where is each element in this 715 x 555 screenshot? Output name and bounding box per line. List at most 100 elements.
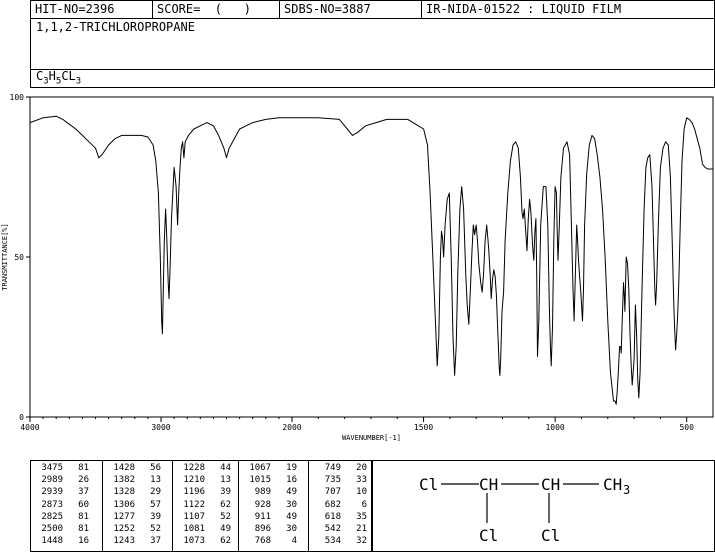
peak-row: 1306 57 <box>109 499 172 511</box>
peak-wavenumber: 928 <box>254 499 271 510</box>
peak-row: 989 49 <box>245 486 308 498</box>
peak-wavenumber: 3475 <box>41 463 63 473</box>
peak-transmittance: 32 <box>356 536 367 547</box>
peak-transmittance: 52 <box>220 511 231 522</box>
peak-transmittance: 39 <box>220 487 231 498</box>
peak-transmittance: 49 <box>286 487 297 498</box>
structure-diagram: Cl CH CH CH 3 Cl Cl <box>419 475 630 545</box>
peak-row: 1448 16 <box>37 535 102 547</box>
peak-transmittance: 62 <box>220 536 231 547</box>
peak-wavenumber: 2500 <box>41 524 63 535</box>
peak-transmittance: 37 <box>78 487 89 498</box>
peak-row: 911 49 <box>245 511 308 523</box>
compound-divider <box>31 69 714 70</box>
peak-row: 2989 26 <box>37 474 102 486</box>
peak-row: 2873 60 <box>37 499 102 511</box>
peak-wavenumber: 1277 <box>113 511 135 522</box>
peak-wavenumber: 2873 <box>41 499 63 510</box>
peak-wavenumber: 707 <box>324 487 341 498</box>
peak-wavenumber: 534 <box>324 536 341 547</box>
x-axis-label: WAVENUMBER[-1] <box>342 434 401 442</box>
peak-wavenumber: 1428 <box>113 463 135 473</box>
peak-transmittance: 16 <box>78 536 89 547</box>
peak-row: 1015 16 <box>245 474 308 486</box>
peak-row: 1067 19 <box>245 462 308 474</box>
peak-transmittance: 20 <box>356 463 367 473</box>
peak-row: 3475 81 <box>37 462 102 474</box>
peak-row: 1252 52 <box>109 523 172 535</box>
peak-transmittance: 13 <box>150 475 161 486</box>
peak-wavenumber: 749 <box>324 463 341 473</box>
molecular-formula: C3H5CL3 <box>36 69 81 86</box>
peak-row: 1328 29 <box>109 486 172 498</box>
peak-row: 707 10 <box>315 486 371 498</box>
peak-wavenumber: 1015 <box>249 475 271 486</box>
peak-row: 2500 81 <box>37 523 102 535</box>
ir-spectrum-chart: 4000 3000 2000 1500 1000 500 0 50 100 WAVENUMBER[… <box>1 93 714 442</box>
peak-wavenumber: 542 <box>324 524 341 535</box>
formula-h: H <box>48 68 56 83</box>
atom-cl-2: Cl <box>479 526 498 545</box>
peak-transmittance: 30 <box>286 524 297 535</box>
header-bar: HIT-NO=2396 SCORE= ( ) SDBS-NO=3887 IR-N… <box>30 0 715 19</box>
atom-ch-3: CH <box>603 475 622 494</box>
peak-wavenumber: 1067 <box>249 463 271 473</box>
compound-name: 1,1,2-TRICHLOROPROPANE <box>36 20 195 34</box>
peak-row: 1081 49 <box>179 523 238 535</box>
peak-wavenumber: 1228 <box>183 463 205 473</box>
atom-cl-1: Cl <box>419 475 438 494</box>
peak-row: 928 30 <box>245 499 308 511</box>
peak-wavenumber: 682 <box>324 499 341 510</box>
peak-wavenumber: 1073 <box>183 536 205 547</box>
peak-row: 2939 37 <box>37 486 102 498</box>
peak-row: 1196 39 <box>179 486 238 498</box>
peak-transmittance: 81 <box>78 524 89 535</box>
peak-column: 1228 44 1210 13 1196 39 1122 62 1107 52 1081 49 1073… <box>172 461 238 551</box>
y-tick-label: 100 <box>10 93 25 102</box>
peak-row: 1382 13 <box>109 474 172 486</box>
peak-transmittance: 29 <box>150 487 161 498</box>
peak-column: 3475 81 2989 26 2939 37 2873 60 2825 81 2500 81 1448… <box>31 461 102 551</box>
peak-transmittance: 26 <box>78 475 89 486</box>
peak-wavenumber: 618 <box>324 511 341 522</box>
peak-transmittance: 35 <box>356 511 367 522</box>
x-tick-label: 3000 <box>151 423 170 432</box>
peak-transmittance: 30 <box>286 499 297 510</box>
structure-box: Cl CH CH CH 3 Cl Cl <box>372 460 715 552</box>
peak-column: 1428 56 1382 13 1328 29 1306 57 1277 39 1252 52 1243… <box>102 461 172 551</box>
y-axis-label: TRANSMITTANCE[%] <box>1 223 9 290</box>
peak-column: 1067 19 1015 16 989 49 928 30 911 49 896 30 768 4 <box>238 461 308 551</box>
peak-row: 2825 81 <box>37 511 102 523</box>
atom-ch-2: CH <box>541 475 560 494</box>
x-tick-label: 1500 <box>414 423 433 432</box>
peak-wavenumber: 1448 <box>41 536 63 547</box>
peak-wavenumber: 989 <box>254 487 271 498</box>
peak-row: 534 32 <box>315 535 371 547</box>
peak-transmittance: 21 <box>356 524 367 535</box>
formula-cl-count: 3 <box>75 76 82 86</box>
peak-wavenumber: 735 <box>324 475 341 486</box>
peak-transmittance: 6 <box>361 499 367 510</box>
peak-transmittance: 33 <box>356 475 367 486</box>
peak-row: 1428 56 <box>109 462 172 474</box>
peak-transmittance: 81 <box>78 463 89 473</box>
peak-row: 1107 52 <box>179 511 238 523</box>
peak-table: 3475 81 2989 26 2939 37 2873 60 2825 81 2500 81 1448… <box>30 460 372 552</box>
peak-row: 542 21 <box>315 523 371 535</box>
peak-transmittance: 49 <box>220 524 231 535</box>
peak-transmittance: 56 <box>150 463 161 473</box>
peak-row: 749 20 <box>315 462 371 474</box>
atom-ch3-subscript: 3 <box>623 483 630 497</box>
peak-wavenumber: 768 <box>254 536 271 547</box>
x-tick-label: 2000 <box>282 423 301 432</box>
compound-box: 1,1,2-TRICHLOROPROPANE C3H5CL3 <box>30 18 715 88</box>
peak-row: 1210 13 <box>179 474 238 486</box>
peak-wavenumber: 1328 <box>113 487 135 498</box>
sdbs-no: SDBS-NO=3887 <box>279 1 421 18</box>
peak-row: 1228 44 <box>179 462 238 474</box>
peak-transmittance: 4 <box>291 536 297 547</box>
peak-wavenumber: 2825 <box>41 511 63 522</box>
y-tick-label: 50 <box>14 253 24 262</box>
peak-transmittance: 19 <box>286 463 297 473</box>
peak-transmittance: 49 <box>286 511 297 522</box>
